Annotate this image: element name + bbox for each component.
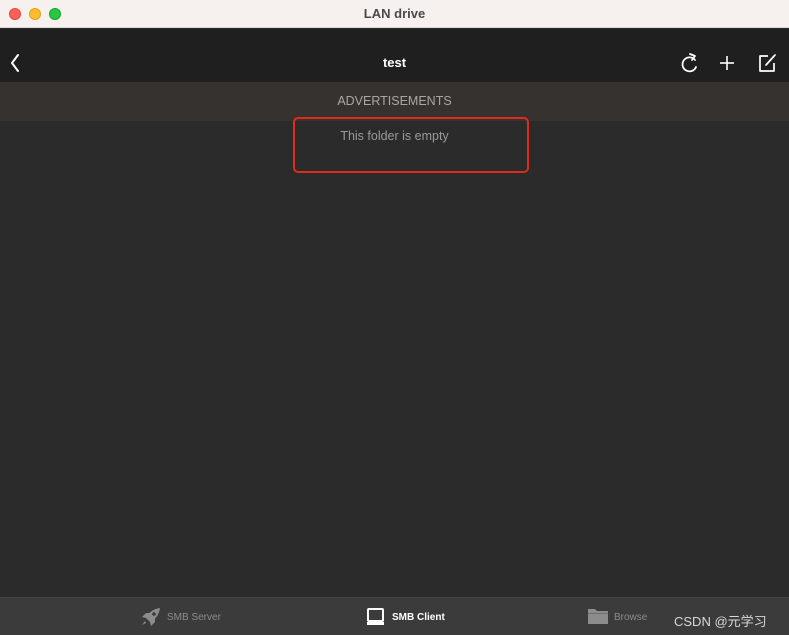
tab-label: SMB Client	[392, 612, 445, 623]
refresh-icon	[681, 53, 697, 73]
folder-title: test	[382, 55, 407, 70]
title-bar: LAN drive	[0, 0, 789, 28]
folder-content: This folder is empty	[0, 117, 789, 597]
advertisement-label: ADVERTISEMENTS	[337, 94, 452, 108]
tab-bar: SMB Server SMB Client Browse	[0, 597, 789, 635]
compose-icon	[759, 54, 776, 72]
tab-browse[interactable]: Browse	[587, 598, 657, 635]
advertisement-banner[interactable]: ADVERTISEMENTS	[0, 82, 789, 121]
tab-smb-server[interactable]: SMB Server	[140, 598, 240, 635]
navigation-bar: test	[0, 29, 789, 82]
tab-label: SMB Server	[167, 612, 221, 623]
tab-smb-client[interactable]: SMB Client	[366, 598, 456, 635]
plus-icon	[720, 56, 734, 70]
rocket-icon	[142, 608, 160, 626]
monitor-icon	[367, 608, 384, 625]
window-title: LAN drive	[363, 6, 426, 21]
app-window: LAN drive test ADVERTISEMENTS This folde…	[0, 0, 789, 635]
edit-button[interactable]	[755, 51, 779, 75]
tab-label: Browse	[614, 612, 648, 623]
annotation-highlight-box	[293, 117, 529, 173]
add-button[interactable]	[715, 51, 739, 75]
watermark-text: CSDN @元学习	[674, 614, 767, 629]
refresh-button[interactable]	[678, 51, 702, 75]
folder-icon	[588, 609, 608, 624]
